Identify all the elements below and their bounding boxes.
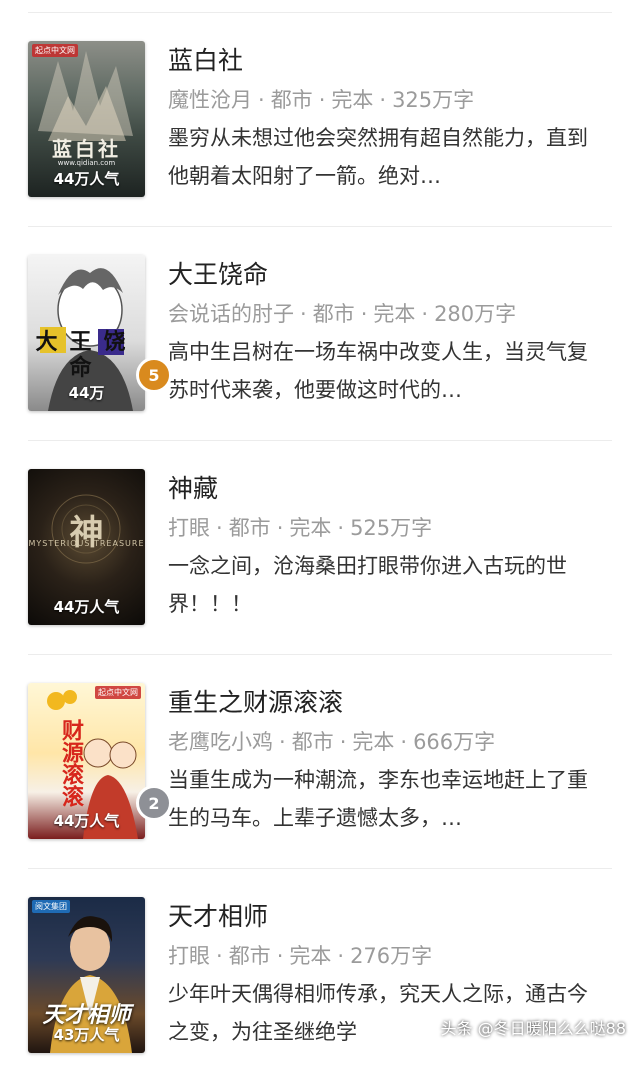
book-category: 都市 — [270, 88, 313, 112]
rank-badge: 2 — [136, 785, 172, 821]
cover-publisher: 起点中文网 — [95, 686, 141, 699]
book-category: 都市 — [228, 516, 271, 540]
book-item[interactable]: 神 MYSTERIOUS TREASURE 44万人气 神藏 打眼 · 都市 · 完本 ·… — [28, 441, 612, 655]
book-status: 完本 — [331, 88, 374, 112]
cover-popularity: 44万 — [68, 384, 105, 402]
book-description: 高中生吕树在一场车祸中改变人生，当灵气复苏时代来袭，他要做这时代的… — [168, 340, 588, 402]
book-status: 完本 — [352, 730, 395, 754]
book-status: 完本 — [289, 516, 332, 540]
book-description: 墨穷从未想过他会突然拥有超自然能力，直到他朝着太阳射了一箭。绝对… — [168, 126, 588, 188]
book-word-count: 280万字 — [434, 302, 517, 326]
cover-title: 财源滚滚 — [58, 719, 84, 807]
book-meta: 打眼 · 都市 · 完本 · 525万字 — [168, 510, 598, 546]
book-word-count: 666万字 — [413, 730, 496, 754]
meta-separator: · — [337, 516, 345, 540]
meta-separator: · — [258, 88, 265, 112]
meta-separator: · — [276, 516, 284, 540]
cover-title: 大王饶命 — [35, 329, 138, 381]
book-info: 蓝白社 魔性沧月 · 都市 · 完本 · 325万字 墨穷从未想过他会突然拥有超自然能力，直… — [168, 43, 598, 195]
book-item[interactable]: 阅文集团 天才相师 43万人气 天才相师 打眼 · 都市 · 完本 · 276万字 少年叶天… — [28, 869, 612, 1079]
book-item[interactable]: 起点中文网 财源滚滚 44万人气 2 重生之财源滚滚 老鹰吃小鸡 · 都市 · 完本 · 6… — [28, 655, 612, 869]
cover-popularity: 43万人气 — [53, 1026, 120, 1044]
book-category: 都市 — [291, 730, 334, 754]
book-meta: 打眼 · 都市 · 完本 · 276万字 — [168, 938, 598, 974]
book-cover[interactable]: 起点中文网 蓝白社 www.qidian.com 44万人气 — [28, 41, 145, 197]
meta-separator: · — [300, 302, 307, 326]
book-title[interactable]: 神藏 — [168, 471, 598, 507]
meta-separator: · — [421, 302, 429, 326]
book-word-count: 525万字 — [350, 516, 433, 540]
meta-separator: · — [400, 730, 408, 754]
cover-popularity: 44万人气 — [53, 812, 120, 830]
meta-separator: · — [279, 730, 286, 754]
book-author[interactable]: 打眼 — [168, 516, 210, 540]
meta-separator: · — [276, 944, 284, 968]
book-cover[interactable]: 大王饶命 44万 — [28, 255, 145, 411]
book-item[interactable]: 大王饶命 44万 5 大王饶命 会说话的肘子 · 都市 · 完本 · 280万字 高中生吕树… — [28, 227, 612, 441]
book-title[interactable]: 大王饶命 — [168, 257, 598, 293]
book-meta: 魔性沧月 · 都市 · 完本 · 325万字 — [168, 82, 598, 118]
meta-separator: · — [339, 730, 347, 754]
rank-badge: 5 — [136, 357, 172, 393]
book-meta: 老鹰吃小鸡 · 都市 · 完本 · 666万字 — [168, 724, 598, 760]
book-word-count: 276万字 — [350, 944, 433, 968]
meta-separator: · — [318, 88, 326, 112]
book-author[interactable]: 魔性沧月 — [168, 88, 252, 112]
cover-url: www.qidian.com — [57, 159, 116, 167]
meta-separator: · — [360, 302, 368, 326]
book-title[interactable]: 蓝白社 — [168, 43, 598, 79]
book-author[interactable]: 老鹰吃小鸡 — [168, 730, 273, 754]
meta-separator: · — [216, 944, 223, 968]
meta-separator: · — [216, 516, 223, 540]
book-cover[interactable]: 阅文集团 天才相师 43万人气 — [28, 897, 145, 1053]
book-title[interactable]: 天才相师 — [168, 899, 598, 935]
book-description: 当重生成为一种潮流，李东也幸运地赶上了重生的马车。上辈子遗憾太多，… — [168, 768, 588, 830]
cover-publisher: 阅文集团 — [32, 900, 70, 913]
cover-publisher: 起点中文网 — [32, 44, 78, 57]
cover-popularity: 44万人气 — [53, 598, 120, 616]
book-meta: 会说话的肘子 · 都市 · 完本 · 280万字 — [168, 296, 598, 332]
book-description: 一念之间，沧海桑田打眼带你进入古玩的世界！！！ — [168, 554, 567, 616]
book-author[interactable]: 打眼 — [168, 944, 210, 968]
meta-separator: · — [379, 88, 387, 112]
cover-title: 蓝白社 — [52, 137, 121, 161]
book-info: 大王饶命 会说话的肘子 · 都市 · 完本 · 280万字 高中生吕树在一场车祸中改变人生，… — [168, 257, 598, 409]
book-info: 神藏 打眼 · 都市 · 完本 · 525万字 一念之间，沧海桑田打眼带你进入古玩的世界！！… — [168, 471, 598, 623]
cover-popularity: 44万人气 — [53, 170, 120, 188]
book-item[interactable]: 起点中文网 蓝白社 www.qidian.com 44万人气 蓝白社 魔性沧月 ·… — [28, 13, 612, 227]
book-info: 重生之财源滚滚 老鹰吃小鸡 · 都市 · 完本 · 666万字 当重生成为一种潮流，李东也幸… — [168, 685, 598, 837]
book-category: 都市 — [312, 302, 355, 326]
meta-separator: · — [337, 944, 345, 968]
book-title[interactable]: 重生之财源滚滚 — [168, 685, 598, 721]
book-description: 少年叶天偶得相师传承，究天人之际，通古今之变，为往圣继绝学 — [168, 982, 588, 1044]
book-list: 起点中文网 蓝白社 www.qidian.com 44万人气 蓝白社 魔性沧月 ·… — [0, 13, 640, 1079]
book-status: 完本 — [373, 302, 416, 326]
book-author[interactable]: 会说话的肘子 — [168, 302, 294, 326]
book-word-count: 325万字 — [392, 88, 475, 112]
cover-subtitle: MYSTERIOUS TREASURE — [28, 539, 145, 548]
book-category: 都市 — [228, 944, 271, 968]
book-cover[interactable]: 神 MYSTERIOUS TREASURE 44万人气 — [28, 469, 145, 625]
watermark: 头条 @冬日暖阳么么哒88 — [440, 1019, 626, 1038]
book-status: 完本 — [289, 944, 332, 968]
book-cover[interactable]: 起点中文网 财源滚滚 44万人气 — [28, 683, 145, 839]
